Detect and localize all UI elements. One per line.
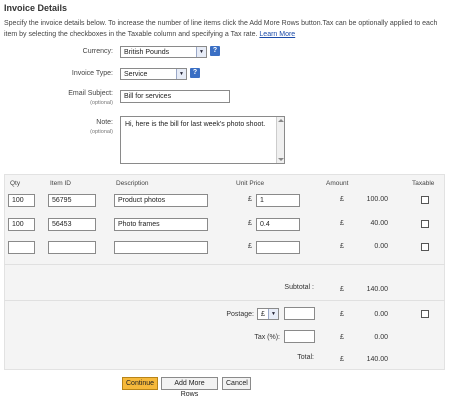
subtotal-label: Subtotal :	[284, 284, 314, 291]
currency-symbol: £	[340, 356, 344, 363]
tax-value: 0.00	[374, 334, 388, 341]
invoice-type-label: Invoice Type:	[71, 70, 113, 77]
postage-currency-select[interactable]: £ ▼	[257, 308, 279, 320]
total-label: Total:	[297, 354, 314, 361]
unit-price-input[interactable]	[256, 241, 300, 254]
currency-symbol: £	[340, 334, 344, 341]
note-optional: (optional)	[90, 129, 113, 135]
note-label: Note:	[96, 119, 113, 126]
invoice-type-select[interactable]: Service ▼	[120, 68, 187, 80]
item-id-input[interactable]: 56453	[48, 218, 96, 231]
subtotal-value: 140.00	[366, 286, 388, 293]
amount-value: 0.00	[374, 243, 388, 250]
description-input[interactable]: Photo frames	[114, 218, 208, 231]
email-subject-optional: (optional)	[90, 100, 113, 106]
currency-value: British Pounds	[124, 49, 170, 56]
currency-label: Currency:	[82, 48, 113, 55]
header-amount: Amount	[326, 180, 349, 187]
unit-price-input[interactable]: 1	[256, 194, 300, 207]
header-item-id: Item ID	[50, 180, 71, 187]
currency-symbol: £	[340, 220, 344, 227]
tax-input[interactable]	[284, 330, 315, 343]
header-unit-price: Unit Price	[236, 180, 265, 187]
postage-taxable-checkbox[interactable]	[421, 310, 429, 318]
item-id-input[interactable]	[48, 241, 96, 254]
cancel-button[interactable]: Cancel	[222, 377, 251, 390]
note-value: Hi, here is the bill for last week's pho…	[125, 121, 266, 128]
postage-value: 0.00	[374, 311, 388, 318]
postage-label: Postage:	[226, 311, 254, 318]
qty-input[interactable]	[8, 241, 35, 254]
postage-currency-value: £	[261, 311, 265, 318]
taxable-checkbox[interactable]	[421, 196, 429, 204]
tax-label: Tax (%):	[254, 334, 280, 341]
item-id-input[interactable]: 56795	[48, 194, 96, 207]
taxable-checkbox[interactable]	[421, 243, 429, 251]
taxable-checkbox[interactable]	[421, 220, 429, 228]
header-taxable: Taxable	[412, 180, 435, 187]
email-subject-label: Email Subject:	[68, 90, 113, 97]
continue-button[interactable]: Continue	[122, 377, 158, 390]
currency-symbol: £	[248, 220, 252, 227]
description-input[interactable]: Product photos	[114, 194, 208, 207]
currency-symbol: £	[340, 196, 344, 203]
scroll-down-icon[interactable]	[278, 158, 284, 161]
description-input[interactable]	[114, 241, 208, 254]
note-scrollbar[interactable]	[276, 117, 284, 163]
postage-input[interactable]	[284, 307, 315, 320]
currency-symbol: £	[340, 243, 344, 250]
currency-symbol: £	[248, 196, 252, 203]
email-subject-field[interactable]: Bill for services	[120, 90, 230, 103]
qty-input[interactable]: 100	[8, 194, 35, 207]
currency-symbol: £	[340, 311, 344, 318]
invoice-type-value: Service	[124, 71, 148, 78]
header-qty: Qty	[10, 180, 21, 187]
currency-select[interactable]: British Pounds ▼	[120, 46, 207, 58]
intro-description: Specify the invoice details below. To in…	[4, 20, 438, 38]
currency-symbol: £	[340, 286, 344, 293]
divider	[4, 300, 445, 301]
unit-price-input[interactable]: 0.4	[256, 218, 300, 231]
help-icon[interactable]: ?	[190, 68, 200, 78]
scroll-up-icon[interactable]	[278, 119, 284, 122]
chevron-down-icon: ▼	[176, 69, 186, 79]
currency-symbol: £	[248, 243, 252, 250]
amount-value: 100.00	[366, 196, 388, 203]
chevron-down-icon: ▼	[196, 47, 206, 57]
qty-input[interactable]: 100	[8, 218, 35, 231]
amount-value: 40.00	[370, 220, 388, 227]
divider	[4, 264, 445, 265]
learn-more-link[interactable]: Learn More	[259, 31, 295, 38]
header-description: Description	[116, 180, 149, 187]
section-title: Invoice Details	[4, 3, 68, 13]
intro-text: Specify the invoice details below. To in…	[4, 18, 444, 40]
total-value: 140.00	[366, 356, 388, 363]
chevron-down-icon: ▼	[268, 309, 278, 319]
note-textarea[interactable]: Hi, here is the bill for last week's pho…	[120, 116, 285, 164]
add-more-rows-button[interactable]: Add More Rows	[161, 377, 218, 398]
help-icon[interactable]: ?	[210, 46, 220, 56]
